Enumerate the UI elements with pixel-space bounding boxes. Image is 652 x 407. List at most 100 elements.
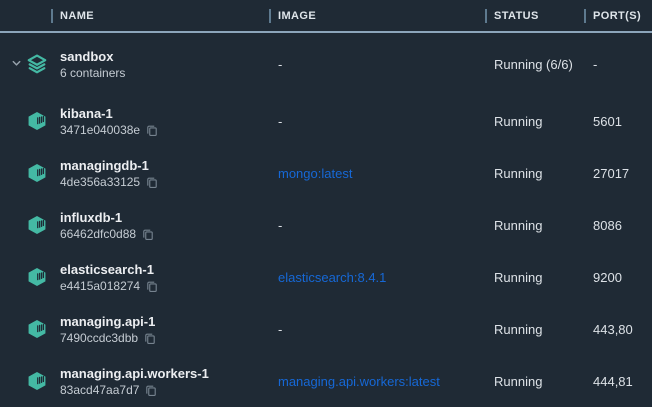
copy-icon[interactable] — [142, 228, 154, 241]
ports-text: - — [593, 57, 597, 72]
container-name: elasticsearch-1 — [60, 261, 154, 278]
row-image-cell: elasticsearch:8.4.1 — [278, 251, 494, 303]
image-link[interactable]: managing.api.workers:latest — [278, 374, 440, 389]
table-row[interactable]: kibana-1 3471e040038e - Running 5601 — [0, 95, 652, 147]
column-header-image-label: IMAGE — [278, 10, 316, 22]
image-name: - — [278, 57, 282, 72]
container-icon — [26, 370, 48, 392]
container-icon — [26, 214, 48, 236]
container-icon — [26, 318, 48, 340]
row-ports-cell: 8086 — [593, 199, 652, 251]
row-status-cell: Running (6/6) — [494, 33, 593, 95]
containers-table: NAME IMAGE STATUS PORT(S) — [0, 0, 652, 405]
image-link[interactable]: mongo:latest — [278, 166, 352, 181]
table-row[interactable]: managingdb-1 4de356a33125 mongo:latest R… — [0, 147, 652, 199]
column-header-name-label: NAME — [60, 10, 94, 22]
column-divider — [51, 9, 53, 23]
container-id: 6 containers — [60, 65, 125, 81]
row-name-cell: managing.api-1 7490ccdc3dbb — [60, 303, 278, 355]
copy-icon[interactable] — [144, 332, 156, 345]
ports-text: 444,81 — [593, 374, 633, 389]
copy-icon[interactable] — [146, 280, 158, 293]
status-text: Running — [494, 270, 542, 285]
image-link[interactable]: elasticsearch:8.4.1 — [278, 270, 386, 285]
container-name: kibana-1 — [60, 105, 113, 122]
container-icon — [26, 162, 48, 184]
container-icon — [26, 110, 48, 132]
container-id: 4de356a33125 — [60, 174, 140, 190]
row-icon-cell — [0, 251, 60, 303]
row-ports-cell: 443,80 — [593, 303, 652, 355]
row-icon-cell — [0, 147, 60, 199]
row-ports-cell: 5601 — [593, 95, 652, 147]
row-status-cell: Running — [494, 147, 593, 199]
container-subline: 3471e040038e — [60, 122, 158, 138]
container-name: managing.api-1 — [60, 313, 155, 330]
row-name-cell: sandbox 6 containers — [60, 33, 278, 95]
container-id: 7490ccdc3dbb — [60, 330, 138, 346]
container-subline: 4de356a33125 — [60, 174, 158, 190]
row-icon-cell — [0, 199, 60, 251]
column-divider — [584, 9, 586, 23]
row-status-cell: Running — [494, 95, 593, 147]
ports-text: 9200 — [593, 270, 622, 285]
ports-text: 27017 — [593, 166, 629, 181]
row-image-cell: - — [278, 95, 494, 147]
row-status-cell: Running — [494, 303, 593, 355]
row-ports-cell: 9200 — [593, 251, 652, 303]
ports-text: 443,80 — [593, 322, 633, 337]
image-name: - — [278, 322, 282, 337]
table-row[interactable]: sandbox 6 containers - Running (6/6) - — [0, 33, 652, 95]
chevron-down-icon[interactable] — [11, 58, 22, 69]
container-subline: 83acd47aa7d7 — [60, 382, 157, 398]
column-header-name[interactable]: NAME — [60, 0, 278, 31]
row-name-cell: managing.api.workers-1 83acd47aa7d7 — [60, 355, 278, 407]
container-name: sandbox — [60, 48, 113, 65]
container-icon — [26, 266, 48, 288]
ports-text: 5601 — [593, 114, 622, 129]
row-image-cell: - — [278, 303, 494, 355]
container-name: managing.api.workers-1 — [60, 365, 209, 382]
row-ports-cell: 27017 — [593, 147, 652, 199]
table-row[interactable]: managing.api.workers-1 83acd47aa7d7 mana… — [0, 355, 652, 407]
column-header-image[interactable]: IMAGE — [278, 0, 494, 31]
container-name: influxdb-1 — [60, 209, 122, 226]
container-name: managingdb-1 — [60, 157, 149, 174]
row-name-cell: kibana-1 3471e040038e — [60, 95, 278, 147]
row-image-cell: mongo:latest — [278, 147, 494, 199]
stack-icon — [26, 53, 48, 75]
column-header-ports[interactable]: PORT(S) — [593, 0, 652, 31]
status-text: Running — [494, 322, 542, 337]
row-ports-cell: - — [593, 33, 652, 95]
table-row[interactable]: influxdb-1 66462dfc0d88 - Running 8086 — [0, 199, 652, 251]
container-subline: 7490ccdc3dbb — [60, 330, 156, 346]
copy-icon[interactable] — [145, 384, 157, 397]
row-name-cell: influxdb-1 66462dfc0d88 — [60, 199, 278, 251]
container-subline: 6 containers — [60, 65, 125, 81]
row-image-cell: - — [278, 199, 494, 251]
container-id: e4415a018274 — [60, 278, 140, 294]
row-icon-cell — [0, 303, 60, 355]
container-id: 66462dfc0d88 — [60, 226, 136, 242]
table-row[interactable]: managing.api-1 7490ccdc3dbb - Running 44… — [0, 303, 652, 355]
row-icon-cell — [0, 355, 60, 407]
ports-text: 8086 — [593, 218, 622, 233]
row-status-cell: Running — [494, 355, 593, 407]
container-subline: e4415a018274 — [60, 278, 158, 294]
row-status-cell: Running — [494, 251, 593, 303]
column-header-status[interactable]: STATUS — [494, 0, 593, 31]
copy-icon[interactable] — [146, 124, 158, 137]
column-divider — [485, 9, 487, 23]
column-header-status-label: STATUS — [494, 10, 539, 22]
row-image-cell: managing.api.workers:latest — [278, 355, 494, 407]
image-name: - — [278, 218, 282, 233]
copy-icon[interactable] — [146, 176, 158, 189]
table-body: sandbox 6 containers - Running (6/6) - — [0, 33, 652, 407]
row-name-cell: managingdb-1 4de356a33125 — [60, 147, 278, 199]
column-header-ports-label: PORT(S) — [593, 10, 641, 22]
row-icon-cell — [0, 95, 60, 147]
status-text: Running — [494, 114, 542, 129]
container-id: 3471e040038e — [60, 122, 140, 138]
table-row[interactable]: elasticsearch-1 e4415a018274 elasticsear… — [0, 251, 652, 303]
status-text: Running — [494, 218, 542, 233]
